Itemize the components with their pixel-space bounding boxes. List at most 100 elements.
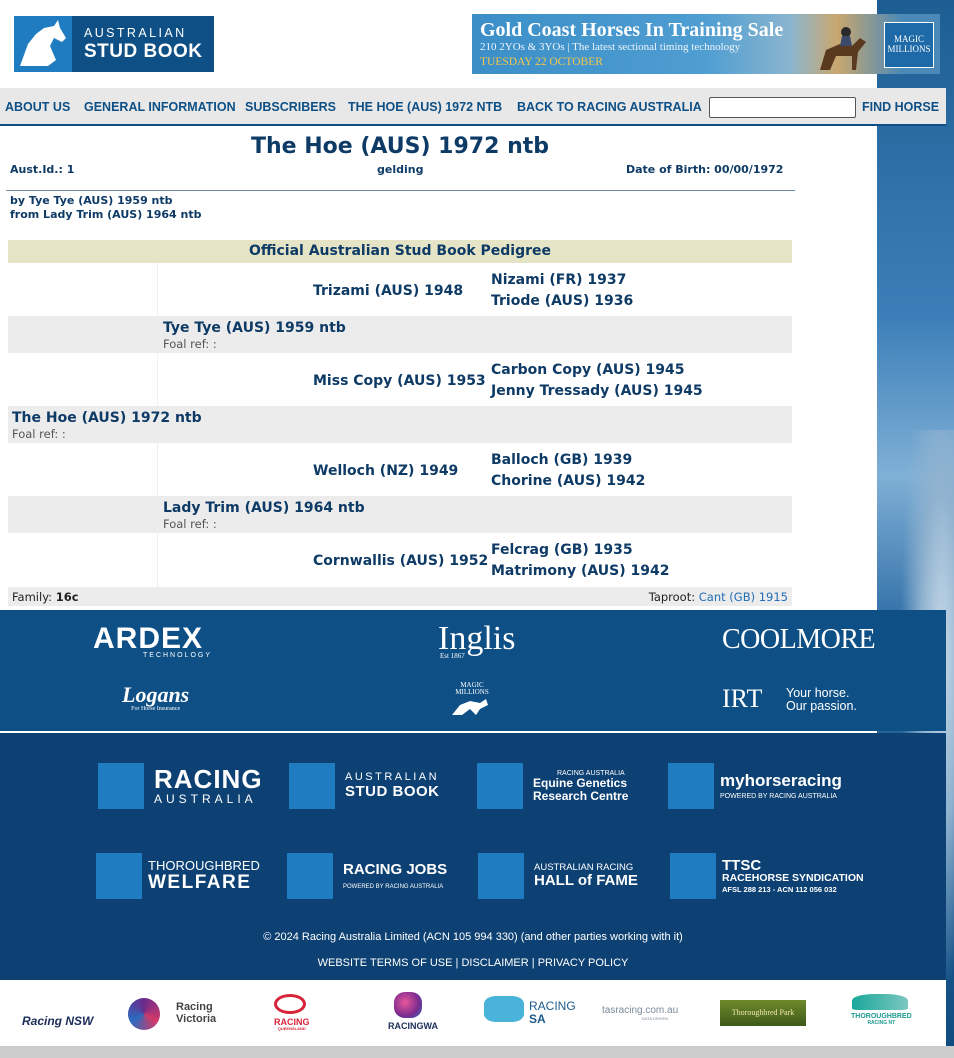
nav-general-information[interactable]: GENERAL INFORMATION — [84, 100, 236, 114]
date-of-birth: Date of Birth: 00/00/1972 — [626, 163, 784, 176]
sa-line2: SA — [529, 1011, 546, 1026]
separator: | — [531, 957, 535, 969]
pedigree-row: Welloch (NZ) 1949 Balloch (GB) 1939 Chor… — [8, 443, 792, 496]
pedigree-row-sire: Tye Tye (AUS) 1959 ntb Foal ref: : — [8, 316, 792, 353]
racing-qld-emblem — [274, 994, 306, 1014]
horse-link-sss[interactable]: Nizami (FR) 1937 — [491, 272, 626, 288]
ttsc-line3: AFSL 288 213 - ACN 112 056 032 — [722, 885, 837, 895]
horse-link-dam[interactable]: Lady Trim (AUS) 1964 ntb — [163, 500, 365, 516]
horse-link-dds[interactable]: Felcrag (GB) 1935 — [491, 542, 633, 558]
horse-link-subject[interactable]: The Hoe (AUS) 1972 ntb — [12, 410, 202, 426]
egrc-logo[interactable]: RACING AUSTRALIA Equine Genetics Researc… — [477, 763, 628, 809]
inglis-logo[interactable]: Inglis Est 1867 — [438, 620, 515, 660]
horse-icon — [452, 698, 488, 715]
logans-logo[interactable]: Logans For Horse Insurance — [122, 682, 189, 712]
logo-line1: AUSTRALIAN — [84, 26, 187, 41]
ardex-logo[interactable]: ARDEX TECHNOLOGY — [93, 622, 212, 659]
jockey-circle-icon — [287, 853, 333, 899]
privacy-link[interactable]: PRIVACY POLICY — [538, 957, 629, 969]
ad-banner[interactable]: Gold Coast Horses In Training Sale 210 2… — [472, 14, 940, 74]
footer-links: WEBSITE TERMS OF USE | DISCLAIMER | PRIV… — [0, 957, 946, 969]
irt-logo[interactable]: IRT — [722, 684, 762, 714]
taproot-link[interactable]: Cant (GB) 1915 — [699, 590, 788, 604]
jockey-icon — [98, 763, 144, 809]
horse-head-icon — [14, 16, 72, 72]
main-nav: ABOUT US GENERAL INFORMATION SUBSCRIBERS… — [0, 88, 946, 126]
bottom-bar — [0, 1046, 954, 1058]
terms-link[interactable]: WEBSITE TERMS OF USE — [318, 957, 453, 969]
mhr-line2: POWERED BY RACING AUSTRALIA — [720, 792, 837, 800]
disclaimer-link[interactable]: DISCLAIMER — [461, 957, 528, 969]
racing-wa-logo[interactable]: RACINGWA — [388, 1021, 438, 1031]
irt-tag-2: Our passion. — [786, 699, 857, 714]
ardex-sub: TECHNOLOGY — [143, 652, 213, 659]
nav-about-us[interactable]: ABOUT US — [5, 100, 70, 114]
ttsc-line2: RACEHORSE SYNDICATION — [722, 872, 864, 885]
dna-horse-icon — [477, 763, 523, 809]
horse-link-sd[interactable]: Miss Copy (AUS) 1953 — [313, 373, 486, 389]
hall-of-fame-logo[interactable]: AUSTRALIAN RACING HALL of FAME — [478, 853, 638, 899]
find-horse-button[interactable]: FIND HORSE — [862, 100, 939, 114]
sa-line1: RACING — [529, 999, 576, 1013]
rv-line1: Racing — [176, 1001, 213, 1013]
horse-link-sds[interactable]: Carbon Copy (AUS) 1945 — [491, 362, 685, 378]
nav-back-to-racing-australia[interactable]: BACK TO RACING AUSTRALIA — [517, 100, 702, 114]
separator: | — [455, 957, 459, 969]
pedigree-row-subject: The Hoe (AUS) 1972 ntb Foal ref: : — [8, 406, 792, 443]
horse-link-dd[interactable]: Cornwallis (AUS) 1952 — [313, 553, 488, 569]
monitor-icon — [668, 763, 714, 809]
tas-text: tasracing.com.au — [602, 1005, 679, 1016]
racehorse-icon — [820, 27, 866, 70]
pedigree-heading: Official Australian Stud Book Pedigree — [8, 240, 792, 263]
nav-subscribers[interactable]: SUBSCRIBERS — [245, 100, 336, 114]
racing-sa-logo[interactable]: RACING SA — [529, 1000, 576, 1025]
horse-link-dss[interactable]: Balloch (GB) 1939 — [491, 452, 632, 468]
horse-link-ssd[interactable]: Triode (AUS) 1936 — [491, 293, 633, 309]
irt-tagline: Your horse. Our passion. — [786, 686, 857, 714]
pedigree-row-dam: Lady Trim (AUS) 1964 ntb Foal ref: : — [8, 496, 792, 533]
horse-link-sdd[interactable]: Jenny Tressady (AUS) 1945 — [491, 383, 703, 399]
ra-line2: AUSTRALIA — [154, 792, 257, 807]
nt-line2: RACING NT — [867, 1019, 896, 1026]
tasracing-logo[interactable]: tasracing.com.au DATA DRIVEN — [602, 1005, 678, 1021]
racing-australia-logo[interactable]: RACING AUSTRALIA — [98, 763, 263, 809]
horse-link-sire[interactable]: Tye Tye (AUS) 1959 ntb — [163, 320, 346, 336]
stud-book-logo[interactable]: AUSTRALIAN STUD BOOK — [14, 16, 214, 72]
irt-text: IRT — [722, 684, 763, 713]
horse-head-icon — [289, 763, 335, 809]
thoroughbred-park-logo[interactable]: Thoroughbred Park — [720, 1000, 806, 1026]
badge-line2: MILLIONS — [887, 43, 931, 54]
divider — [6, 190, 795, 191]
tw-line1: THOROUGHBRED — [148, 858, 260, 874]
site-footer: RACING AUSTRALIA AUSTRALIAN STUD BOOK RA… — [0, 733, 946, 980]
horse-link-ddd[interactable]: Matrimony (AUS) 1942 — [491, 563, 669, 579]
egrc-line3: Research Centre — [533, 788, 629, 803]
horse-sex: gelding — [377, 163, 424, 176]
horse-icon — [670, 853, 716, 899]
rq-line2: QUEENSLAND — [277, 1026, 306, 1031]
ttsc-logo[interactable]: TTSC RACEHORSE SYNDICATION AFSL 288 213 … — [670, 853, 864, 899]
egrc-line2: Equine Genetics — [533, 776, 628, 791]
magic-millions-logo[interactable]: MAGIC MILLIONS — [450, 681, 494, 719]
racing-nt-logo[interactable]: THOROUGHBRED RACING NT — [851, 1013, 912, 1026]
horse-link-ss[interactable]: Trizami (AUS) 1948 — [313, 283, 463, 299]
coolmore-logo[interactable]: COOLMORE — [722, 624, 876, 656]
racing-nsw-logo[interactable]: Racing NSW — [22, 1014, 93, 1028]
racing-victoria-logo[interactable]: Racing Victoria — [176, 1001, 216, 1025]
horse-link-dsd[interactable]: Chorine (AUS) 1942 — [491, 473, 645, 489]
racing-jobs-logo[interactable]: RACING JOBS POWERED BY RACING AUSTRALIA — [287, 853, 447, 899]
horse-link-ds[interactable]: Welloch (NZ) 1949 — [313, 463, 458, 479]
site-header: AUSTRALIAN STUD BOOK Gold Coast Horses I… — [0, 0, 940, 88]
logo-line2: STUD BOOK — [84, 40, 203, 62]
dam-line: from Lady Trim (AUS) 1964 ntb — [10, 208, 202, 221]
racing-victoria-emblem — [128, 998, 160, 1030]
horse-search-input[interactable] — [709, 97, 856, 118]
thoroughbred-welfare-logo[interactable]: THOROUGHBRED WELFARE — [96, 853, 260, 899]
racing-qld-logo[interactable]: RACING QUEENSLAND — [274, 1018, 310, 1031]
stud-book-footer-logo[interactable]: AUSTRALIAN STUD BOOK — [289, 763, 440, 809]
rj-line2: POWERED BY RACING AUSTRALIA — [343, 883, 444, 890]
nav-current-horse[interactable]: THE HOE (AUS) 1972 NTB — [348, 100, 502, 114]
sb-line2: STUD BOOK — [345, 782, 440, 800]
myhorseracing-logo[interactable]: myhorseracing POWERED BY RACING AUSTRALI… — [668, 763, 842, 809]
aust-id: Aust.Id.: 1 — [10, 163, 75, 176]
